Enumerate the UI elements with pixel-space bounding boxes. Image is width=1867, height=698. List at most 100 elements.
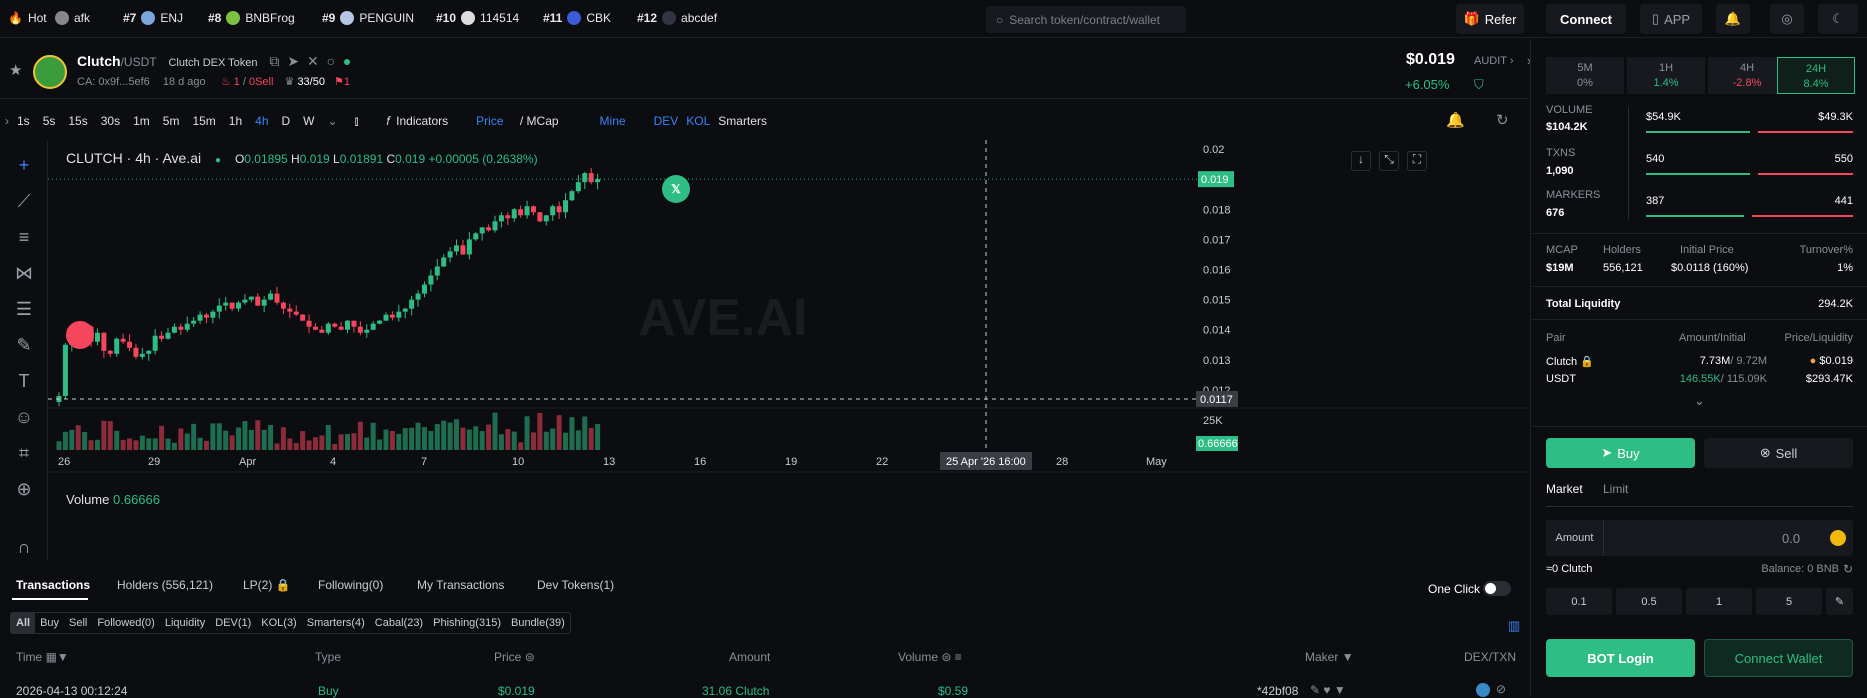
indicators-button[interactable]: Indicators <box>396 114 448 128</box>
filter-followed[interactable]: Followed(0) <box>92 613 159 633</box>
interval-1m[interactable]: 1m <box>133 114 150 128</box>
interval-30s[interactable]: 30s <box>101 114 120 128</box>
brush-icon[interactable]: ✎ <box>13 334 35 356</box>
alert-bell-icon[interactable]: 🔔 <box>1446 111 1465 129</box>
ruler-icon[interactable]: ⌗ <box>13 442 35 464</box>
x-icon[interactable]: ✕ <box>307 53 319 69</box>
price-mcap-toggle[interactable]: Price / MCap <box>476 114 571 128</box>
link-icon[interactable]: ⊘ <box>1496 682 1506 696</box>
col-time[interactable]: Time ▦▼ <box>16 650 69 664</box>
interval-15m[interactable]: 15m <box>192 114 215 128</box>
connect-button[interactable]: Connect <box>1546 4 1626 34</box>
x-post-marker-icon[interactable]: 𝕏 <box>662 175 690 203</box>
connect-wallet-button[interactable]: Connect Wallet <box>1704 639 1853 677</box>
theme-button[interactable]: ☾ <box>1818 4 1858 34</box>
chevron-down-icon[interactable]: ⌄ <box>328 114 338 128</box>
filter-liquidity[interactable]: Liquidity <box>160 613 210 633</box>
interval-w[interactable]: W <box>303 114 314 128</box>
hot-item[interactable]: #8 BNBFrog <box>208 11 295 25</box>
filter-sell[interactable]: Sell <box>64 613 92 633</box>
smarters-toggle[interactable]: Smarters <box>718 114 767 128</box>
trendline-icon[interactable]: ⟋ <box>13 190 35 212</box>
refer-button[interactable]: 🎁 Refer <box>1456 4 1524 34</box>
text-icon[interactable]: T <box>13 370 35 392</box>
tf-5m[interactable]: 5M 0% <box>1546 57 1624 94</box>
search-input[interactable]: ○ Search token/contract/wallet <box>986 6 1186 33</box>
tf-4h[interactable]: 4H -2.8% <box>1708 57 1786 94</box>
limit-tab[interactable]: Limit <box>1603 482 1628 496</box>
interval-4h[interactable]: 4h <box>255 114 268 128</box>
candle-type-icon[interactable]: ⫾ <box>355 114 359 129</box>
preset-1[interactable]: 1 <box>1686 588 1752 615</box>
preset-0-5[interactable]: 0.5 <box>1616 588 1682 615</box>
language-button[interactable]: ◎ <box>1770 4 1804 34</box>
interval-1h[interactable]: 1h <box>229 114 242 128</box>
buy-tab[interactable]: ➤ Buy <box>1546 438 1695 468</box>
audit-button[interactable]: AUDIT › <box>1474 55 1514 67</box>
bot-login-button[interactable]: BOT Login <box>1546 639 1695 677</box>
interval-d[interactable]: D <box>282 114 291 128</box>
star-icon[interactable]: ★ <box>9 61 22 79</box>
chevron-right-icon[interactable]: › <box>5 114 9 128</box>
notification-button[interactable]: 🔔 <box>1716 4 1750 34</box>
chart-bars-icon[interactable]: ▥ <box>1508 618 1520 634</box>
download-icon[interactable]: ↓ <box>1351 151 1371 171</box>
hline-icon[interactable]: ≡ <box>13 226 35 248</box>
filter-buy[interactable]: Buy <box>35 613 64 633</box>
one-click-toggle[interactable] <box>1483 581 1511 596</box>
interval-5s[interactable]: 5s <box>43 114 56 128</box>
emoji-icon[interactable]: ☺ <box>13 406 35 428</box>
table-row[interactable]: 2026-04-13 00:12:24 Buy $0.019 31.06 Clu… <box>0 681 1528 698</box>
filter-kol[interactable]: KOL(3) <box>256 613 301 633</box>
filter-phishing[interactable]: Phishing(315) <box>428 613 506 633</box>
interval-1s[interactable]: 1s <box>17 114 30 128</box>
interval-15s[interactable]: 15s <box>68 114 87 128</box>
telegram-icon[interactable]: ➤ <box>287 53 299 69</box>
chart-svg[interactable]: AVE.AI 0.02 0.019 0.018 0.017 0.016 0.015 0.01… <box>48 140 1528 560</box>
expand-chevron-icon[interactable]: ⌄ <box>1694 393 1705 409</box>
users-icon[interactable]: ● <box>343 53 351 69</box>
hot-item[interactable]: #12 abcdef <box>637 11 717 25</box>
interval-5m[interactable]: 5m <box>163 114 180 128</box>
preset-0-1[interactable]: 0.1 <box>1546 588 1612 615</box>
hot-tab[interactable]: 🔥 Hot <box>8 11 47 25</box>
dev-toggle[interactable]: DEV <box>654 114 679 128</box>
crosshair-icon[interactable]: + <box>13 154 35 176</box>
app-button[interactable]: ▯ APP <box>1640 4 1702 34</box>
refresh-icon[interactable]: ↻ <box>1496 111 1509 129</box>
tf-24h[interactable]: 24H 8.4% <box>1777 57 1855 94</box>
copy-icon[interactable]: ⧉ <box>269 53 279 69</box>
hot-item[interactable]: #10 114514 <box>436 11 519 25</box>
tab-dev-tokens[interactable]: Dev Tokens(1) <box>537 578 614 592</box>
filter-bundle[interactable]: Bundle(39) <box>506 613 570 633</box>
refresh-icon[interactable]: ↻ <box>1843 562 1853 576</box>
filter-all[interactable]: All <box>11 613 36 633</box>
filter-cabal[interactable]: Cabal(23) <box>370 613 428 633</box>
search-icon[interactable]: ○ <box>327 53 335 69</box>
tab-lp[interactable]: LP(2) 🔒 <box>243 578 291 592</box>
mine-toggle[interactable]: Mine <box>600 114 626 128</box>
edit-presets-icon[interactable]: ✎ <box>1826 588 1853 615</box>
hot-item[interactable]: #7 ENJ <box>123 11 183 25</box>
tab-holders[interactable]: Holders (556,121) <box>117 578 213 592</box>
amount-input[interactable]: Amount 0.0 <box>1546 520 1853 556</box>
contract-address[interactable]: CA: 0x9f...5ef6 <box>77 76 150 88</box>
fullscreen-icon[interactable]: ⛶ <box>1407 151 1427 171</box>
dev-marker-icon[interactable] <box>66 321 94 349</box>
tf-1h[interactable]: 1H 1.4% <box>1627 57 1705 94</box>
kol-toggle[interactable]: KOL <box>686 114 710 128</box>
filter-dev[interactable]: DEV(1) <box>210 613 256 633</box>
tab-transactions[interactable]: Transactions <box>16 578 90 592</box>
hot-item[interactable]: afk <box>55 11 90 25</box>
expand-icon[interactable]: ⤡ <box>1379 151 1399 171</box>
col-volume[interactable]: Volume ⊜ ≡ <box>898 650 962 664</box>
hot-item[interactable]: #9 PENGUIN <box>322 11 414 25</box>
hot-item[interactable]: #11 CBK <box>543 11 611 25</box>
col-maker[interactable]: Maker ▼ <box>1305 650 1354 664</box>
fib-icon[interactable]: ☰ <box>13 298 35 320</box>
pattern-icon[interactable]: ⋈ <box>13 262 35 284</box>
tab-following[interactable]: Following(0) <box>318 578 383 592</box>
sell-tab[interactable]: ⊗ Sell <box>1704 438 1853 468</box>
fx-icon[interactable]: 𝑓 <box>386 114 390 129</box>
market-tab[interactable]: Market <box>1546 482 1583 496</box>
